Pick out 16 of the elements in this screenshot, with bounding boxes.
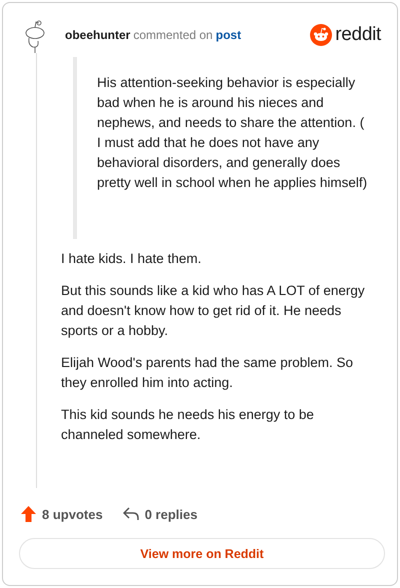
brand-name: reddit <box>335 24 381 46</box>
view-more-button[interactable]: View more on Reddit <box>19 538 385 569</box>
post-link[interactable]: post <box>216 28 242 42</box>
action-text: commented on <box>133 28 213 42</box>
upvote-count: 8 upvotes <box>42 506 103 522</box>
quoted-text: His attention-seeking behavior is especially bad when he is around his nieces and nephews, and needs to share the attention. ( I must add that he does not have any behavioral disorders, and generally does pretty well in school when he applies himself) <box>73 57 371 239</box>
comment-paragraph: Elijah Wood's parents had the same problem. So they enrolled him into acting. <box>61 354 354 392</box>
upvote-arrow-icon <box>21 506 36 522</box>
alien-avatar-icon <box>23 19 47 53</box>
reply-arrow-icon <box>122 507 139 521</box>
username[interactable]: obeehunter <box>65 28 130 42</box>
comment-paragraph: This kid sounds he needs his energy to be channeled somewhere. <box>61 406 315 444</box>
comment-paragraph: But this sounds like a kid who has A LOT of energy and doesn't know how to get rid of it. He needs sports or a hobby. <box>61 282 366 340</box>
comment-paragraph: I hate kids. I hate them. <box>61 250 202 268</box>
alien-logo-icon <box>310 24 332 46</box>
reply-count: 0 replies <box>144 506 198 522</box>
